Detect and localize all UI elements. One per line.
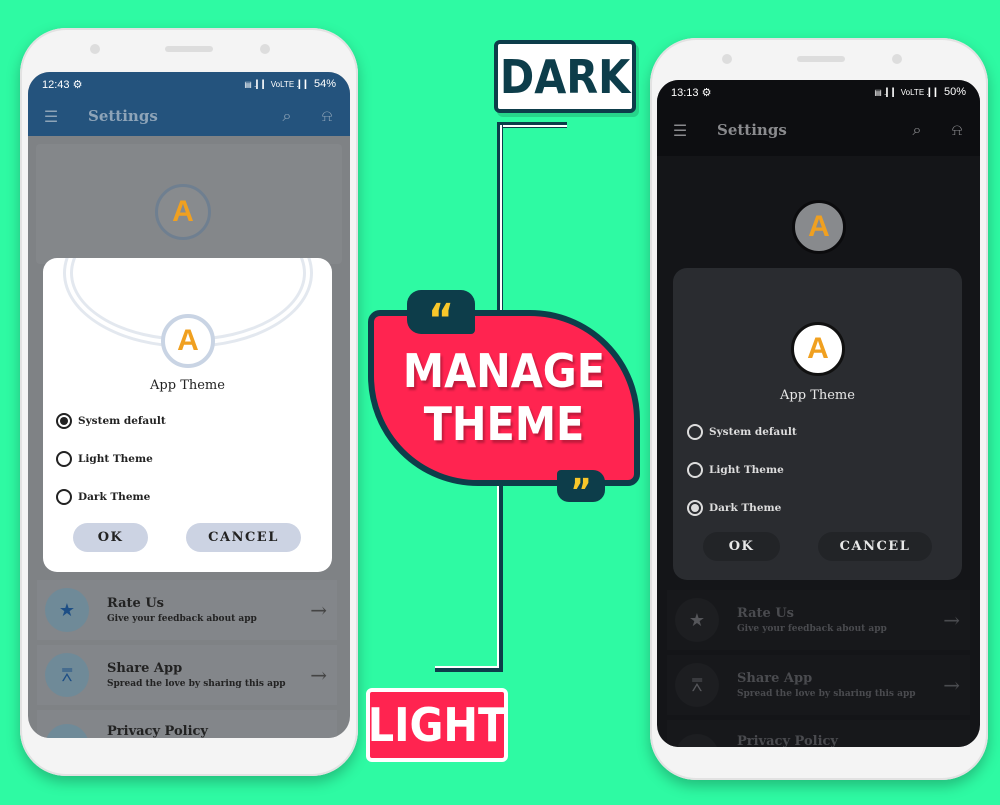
radio-light-theme[interactable]: Light Theme bbox=[687, 462, 784, 478]
app-logo: A bbox=[791, 322, 845, 376]
item-title: Privacy Policy bbox=[107, 724, 208, 738]
list-item-rate-us[interactable]: ★ Rate Us Give your feedback about app → bbox=[37, 580, 337, 640]
settings-status-icon: ⚙ bbox=[72, 78, 83, 91]
cancel-button[interactable]: CANCEL bbox=[818, 532, 932, 561]
page-title: Settings bbox=[717, 121, 787, 139]
bell-icon[interactable]: ⍾ bbox=[946, 120, 968, 140]
radio-dark-theme[interactable]: Dark Theme bbox=[687, 500, 781, 516]
cancel-button[interactable]: CANCEL bbox=[186, 523, 301, 552]
battery-level: 50% bbox=[943, 86, 966, 98]
dark-phone-screen: 13:13 ⚙ ▤ .▎▎ VoLTE .▎▎ 50% ☰ Settings ⌕… bbox=[657, 80, 980, 747]
signal-icon: ▤ .▎▎ VoLTE .▎▎ bbox=[244, 80, 311, 89]
signal-icon: ▤ .▎▎ VoLTE .▎▎ bbox=[874, 88, 941, 97]
item-title: Share App bbox=[737, 671, 813, 686]
item-subtitle: Give your feedback about app bbox=[107, 614, 257, 624]
theme-dialog: A App Theme System default Light Theme D… bbox=[43, 258, 332, 572]
list-item-privacy-policy[interactable]: ⌂ Privacy Policy bbox=[667, 720, 970, 747]
status-time: 12:43 bbox=[42, 78, 70, 91]
share-icon: ⩞ bbox=[675, 663, 719, 707]
item-title: Share App bbox=[107, 661, 183, 676]
close-quote-icon: ” bbox=[557, 470, 605, 511]
battery-level: 54% bbox=[313, 78, 336, 90]
arrow-right-icon: → bbox=[943, 608, 960, 632]
dark-label: DARK bbox=[494, 40, 636, 113]
item-subtitle: Spread the love by sharing this app bbox=[107, 679, 286, 689]
item-subtitle: Give your feedback about app bbox=[737, 624, 887, 634]
dialog-title: App Theme bbox=[150, 378, 225, 393]
radio-light-theme[interactable]: Light Theme bbox=[56, 451, 153, 467]
policy-icon: ⌂ bbox=[675, 734, 719, 747]
item-title: Privacy Policy bbox=[737, 734, 838, 747]
light-phone-screen: 12:43 ⚙ ▤ .▎▎ VoLTE .▎▎ 54% ☰ Settings ⌕… bbox=[28, 72, 350, 738]
ok-button[interactable]: OK bbox=[73, 523, 148, 552]
status-time: 13:13 bbox=[671, 86, 699, 99]
open-quote-icon: “ bbox=[407, 290, 475, 343]
light-label: LIGHT bbox=[366, 688, 508, 762]
dialog-title: App Theme bbox=[780, 388, 855, 403]
list-item-rate-us[interactable]: ★ Rate Us Give your feedback about app → bbox=[667, 590, 970, 650]
arrow-right-icon: → bbox=[310, 663, 327, 687]
theme-dialog: A App Theme System default Light Theme D… bbox=[673, 268, 962, 580]
menu-icon[interactable]: ☰ bbox=[669, 121, 691, 140]
item-title: Rate Us bbox=[107, 596, 164, 611]
list-item-share-app[interactable]: ⩞ Share App Spread the love by sharing th… bbox=[37, 645, 337, 705]
policy-icon: ⌂ bbox=[45, 724, 89, 738]
star-icon: ★ bbox=[675, 598, 719, 642]
ok-button[interactable]: OK bbox=[703, 532, 780, 561]
manage-theme-banner: MANAGE THEME bbox=[368, 310, 640, 486]
arrow-right-icon: → bbox=[310, 598, 327, 622]
bell-icon[interactable]: ⍾ bbox=[316, 106, 338, 126]
app-logo: A bbox=[792, 200, 846, 254]
share-icon: ⩞ bbox=[45, 653, 89, 697]
radio-system-default[interactable]: System default bbox=[56, 413, 166, 429]
radio-dark-theme[interactable]: Dark Theme bbox=[56, 489, 150, 505]
search-icon[interactable]: ⌕ bbox=[276, 106, 298, 126]
list-item-share-app[interactable]: ⩞ Share App Spread the love by sharing th… bbox=[667, 655, 970, 715]
item-subtitle: Spread the love by sharing this app bbox=[737, 689, 916, 699]
menu-icon[interactable]: ☰ bbox=[40, 107, 62, 126]
app-logo: A bbox=[155, 184, 211, 240]
app-logo: A bbox=[161, 314, 215, 368]
arrow-right-icon: → bbox=[943, 673, 960, 697]
star-icon: ★ bbox=[45, 588, 89, 632]
search-icon[interactable]: ⌕ bbox=[906, 120, 928, 140]
radio-system-default[interactable]: System default bbox=[687, 424, 797, 440]
page-title: Settings bbox=[88, 107, 158, 125]
settings-status-icon: ⚙ bbox=[701, 86, 712, 99]
item-title: Rate Us bbox=[737, 606, 794, 621]
list-item-privacy-policy[interactable]: ⌂ Privacy Policy bbox=[37, 710, 337, 738]
